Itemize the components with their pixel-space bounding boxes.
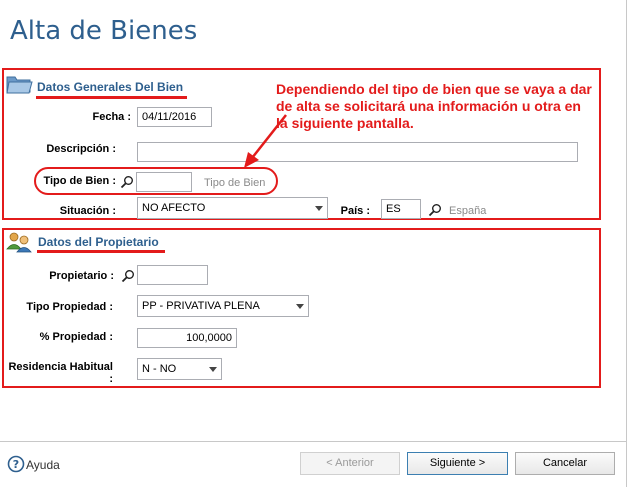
general-section-title: Datos Generales Del Bien: [37, 80, 184, 94]
residencia-value: N - NO: [142, 363, 177, 375]
search-icon[interactable]: [428, 203, 442, 217]
back-button[interactable]: < Anterior: [300, 452, 400, 475]
propietario-label: Propietario :: [49, 270, 114, 282]
page-title: Alta de Bienes: [10, 16, 198, 46]
tipo-propiedad-value: PP - PRIVATIVA PLENA: [142, 300, 260, 312]
residencia-label: Residencia Habitual :: [8, 361, 113, 385]
footer-divider: [0, 441, 626, 442]
pais-field[interactable]: [381, 199, 421, 219]
next-button[interactable]: Siguiente >: [407, 452, 508, 475]
situacion-value: NO AFECTO: [142, 202, 206, 214]
pais-name: España: [449, 205, 487, 217]
window-edge: [626, 0, 627, 487]
tipo-bien-label: Tipo de Bien :: [43, 175, 116, 187]
fecha-label: Fecha :: [92, 111, 131, 123]
cancel-button[interactable]: Cancelar: [515, 452, 615, 475]
svg-text:?: ?: [13, 458, 19, 471]
owner-section-title: Datos del Propietario: [38, 235, 159, 249]
general-title-underline: [36, 96, 187, 99]
search-icon[interactable]: [120, 175, 134, 189]
pais-label: País :: [340, 205, 370, 217]
chevron-down-icon: [315, 206, 323, 211]
annotation-note: Dependiendo del tipo de bien que se vaya…: [276, 81, 592, 131]
users-icon: [6, 232, 32, 253]
folder-icon: [6, 76, 33, 94]
propietario-field[interactable]: [137, 265, 208, 285]
tipo-bien-field[interactable]: [136, 172, 192, 192]
search-icon[interactable]: [121, 269, 135, 283]
situacion-label: Situación :: [59, 205, 116, 217]
descripcion-label: Descripción :: [46, 143, 116, 155]
tipo-propiedad-select[interactable]: PP - PRIVATIVA PLENA: [137, 295, 309, 317]
help-icon[interactable]: ?: [7, 455, 25, 473]
chevron-down-icon: [209, 367, 217, 372]
chevron-down-icon: [296, 304, 304, 309]
tipo-propiedad-label: Tipo Propiedad :: [26, 301, 113, 313]
tipo-bien-description: Tipo de Bien: [204, 177, 266, 189]
situacion-select[interactable]: NO AFECTO: [137, 197, 328, 219]
porcentaje-field[interactable]: [137, 328, 237, 348]
residencia-select[interactable]: N - NO: [137, 358, 222, 380]
fecha-field[interactable]: [137, 107, 212, 127]
porcentaje-label: % Propiedad :: [39, 331, 113, 343]
descripcion-field[interactable]: [137, 142, 578, 162]
owner-title-underline: [37, 250, 165, 253]
help-link[interactable]: Ayuda: [26, 458, 60, 472]
